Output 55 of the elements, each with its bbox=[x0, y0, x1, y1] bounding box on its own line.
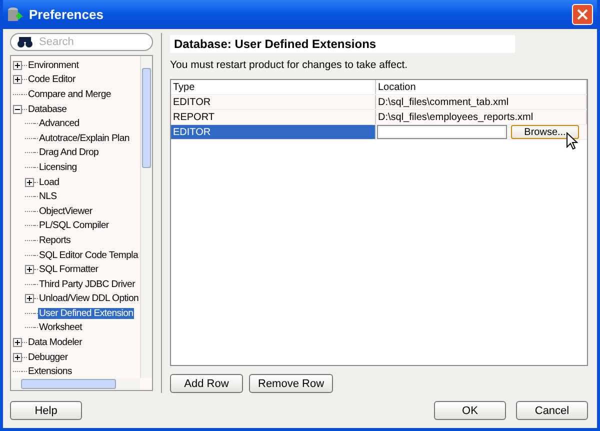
tree-item[interactable]: Drag And Drop bbox=[38, 147, 100, 158]
remove-row-button[interactable]: Remove Row bbox=[249, 374, 334, 393]
expand-icon[interactable] bbox=[25, 265, 34, 274]
tree-item[interactable]: NLS bbox=[38, 191, 58, 202]
tree-item[interactable]: Environment bbox=[27, 60, 80, 71]
tree-item[interactable]: Debugger bbox=[27, 352, 69, 363]
expand-icon[interactable] bbox=[13, 338, 22, 348]
tree-item[interactable]: User Defined Extension bbox=[38, 308, 134, 319]
column-header[interactable]: Type bbox=[171, 80, 376, 94]
browse-button[interactable]: Browse... bbox=[511, 125, 579, 139]
cursor-icon bbox=[566, 132, 578, 150]
tree-item[interactable]: Reports bbox=[38, 234, 72, 246]
cancel-button[interactable]: Cancel bbox=[516, 401, 588, 420]
tree-item[interactable]: Autotrace/Explain Plan bbox=[38, 132, 130, 144]
vertical-scrollbar[interactable] bbox=[140, 56, 152, 378]
ok-button[interactable]: OK bbox=[434, 401, 506, 420]
tree-item[interactable]: Load bbox=[38, 176, 60, 188]
tree-item[interactable]: PL/SQL Compiler bbox=[38, 220, 110, 232]
table-cell[interactable]: D:\sql_files\employees_reports.xml bbox=[376, 110, 587, 124]
binoculars-icon bbox=[17, 36, 33, 48]
tree-item[interactable]: Advanced bbox=[38, 118, 80, 130]
tree-item[interactable]: SQL Formatter bbox=[38, 264, 100, 276]
expand-icon[interactable] bbox=[13, 352, 22, 362]
expand-icon[interactable] bbox=[25, 294, 34, 304]
table-cell[interactable]: EDITOR bbox=[171, 95, 376, 109]
expand-icon[interactable] bbox=[25, 178, 34, 187]
tree-item[interactable]: Data Modeler bbox=[27, 337, 83, 348]
tree-item[interactable]: Compare and Merge bbox=[27, 88, 112, 100]
table-cell[interactable]: REPORT bbox=[171, 110, 376, 124]
window-title: Preferences bbox=[29, 7, 104, 22]
expand-icon[interactable] bbox=[13, 75, 22, 84]
tree-item[interactable]: Worksheet bbox=[38, 322, 83, 334]
close-icon bbox=[577, 9, 588, 20]
tree-item[interactable]: Code Editor bbox=[27, 74, 76, 86]
help-button[interactable]: Help bbox=[10, 401, 82, 420]
tree-item[interactable]: Database bbox=[27, 104, 68, 115]
tree-item[interactable]: Extensions bbox=[27, 366, 73, 378]
column-header[interactable]: Location bbox=[376, 80, 587, 94]
add-row-button[interactable]: Add Row bbox=[170, 374, 243, 393]
location-field[interactable] bbox=[377, 125, 507, 139]
table-cell[interactable]: D:\sql_files\comment_tab.xml bbox=[376, 95, 587, 109]
table-cell[interactable]: EDITOR bbox=[171, 125, 376, 139]
tree-item[interactable]: Unload/View DDL Option bbox=[38, 293, 140, 304]
tree-item[interactable]: Licensing bbox=[38, 162, 78, 173]
close-button[interactable] bbox=[572, 4, 593, 25]
search-field[interactable]: Search bbox=[10, 33, 153, 51]
database-icon bbox=[7, 6, 23, 24]
collapse-icon[interactable] bbox=[13, 104, 22, 114]
tree-item[interactable]: Third Party JDBC Driver bbox=[38, 278, 136, 290]
tree-item[interactable]: ObjectViewer bbox=[38, 206, 94, 217]
horizontal-scrollbar[interactable] bbox=[11, 378, 140, 390]
expand-icon[interactable] bbox=[13, 60, 22, 70]
tree-item[interactable]: SQL Editor Code Templa bbox=[38, 250, 139, 261]
panel-heading: Database: User Defined Extensions bbox=[170, 35, 515, 53]
restart-message: You must restart product for changes to take affect. bbox=[170, 59, 409, 71]
